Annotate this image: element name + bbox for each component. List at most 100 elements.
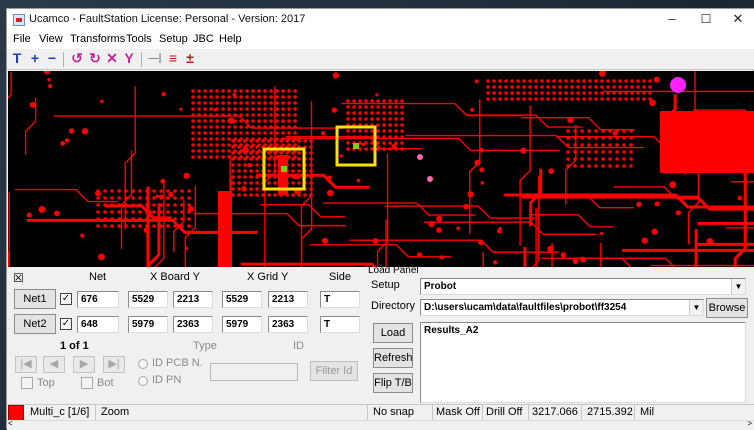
net2-selected-pad	[353, 143, 359, 149]
net2-grid-x-field[interactable]: 5979	[222, 316, 262, 333]
pcb-via	[561, 252, 566, 257]
pcb-pad	[587, 157, 591, 161]
app-icon	[13, 14, 25, 26]
pcb-via	[520, 148, 526, 154]
menu-setup[interactable]: Setup	[159, 33, 188, 45]
net2-board-y-field[interactable]: 2363	[173, 316, 213, 333]
pcb-pad	[173, 189, 177, 193]
load-button[interactable]: Load	[373, 323, 413, 343]
top-checkbox[interactable]	[21, 377, 33, 389]
setup-select[interactable]: Probot ▼	[420, 278, 746, 295]
pcb-pad	[191, 125, 195, 129]
menu-transforms[interactable]: Transforms	[70, 33, 125, 45]
layers-icon[interactable]: ≡	[165, 51, 181, 67]
first-button[interactable]: |◀	[15, 356, 37, 373]
pcb-pad	[287, 89, 291, 93]
panel-close-icon[interactable]: ☒	[13, 271, 24, 285]
pcb-via	[548, 168, 554, 174]
previous-button[interactable]: ◀	[43, 356, 65, 373]
menu-help[interactable]: Help	[219, 33, 242, 45]
pcb-pad	[629, 150, 633, 154]
pcb-pad	[267, 151, 271, 155]
pcb-via	[168, 192, 173, 197]
zoom-out-icon[interactable]: −	[44, 51, 60, 67]
net1-side-field[interactable]: T	[320, 291, 360, 308]
net2-board-x-field[interactable]: 5979	[128, 316, 168, 333]
chevron-down-icon[interactable]: ▼	[731, 279, 745, 294]
pcb-pad	[528, 91, 532, 95]
pcb-pad	[624, 91, 628, 95]
net2-side-field[interactable]: T	[320, 316, 360, 333]
pcb-pad	[601, 129, 605, 133]
title-bar[interactable]: Ucamco - FaultStation License: Personal …	[7, 9, 754, 31]
results-item[interactable]: Results_A2	[424, 325, 742, 336]
bot-checkbox[interactable]	[81, 377, 93, 389]
pcb-pad	[297, 181, 301, 185]
mirror-y-icon[interactable]: Y	[121, 51, 137, 67]
pcb-pad	[303, 193, 307, 197]
pcb-pad	[138, 210, 142, 214]
net1-button[interactable]: Net1	[14, 289, 56, 309]
next-button[interactable]: ▶	[73, 356, 95, 373]
net2-grid-y-field[interactable]: 2363	[268, 316, 308, 333]
pcb-via	[296, 137, 301, 142]
net2-net-field[interactable]: 648	[77, 316, 119, 333]
net1-checkbox[interactable]: ✓	[60, 293, 72, 305]
pcb-pad	[309, 157, 313, 161]
browse-button[interactable]: Browse	[706, 298, 748, 318]
pcb-pad	[275, 95, 279, 99]
pcb-via	[44, 71, 50, 74]
menu-view[interactable]: View	[39, 33, 63, 45]
pcb-pad	[110, 196, 114, 200]
pcb-pad	[622, 150, 626, 154]
pcb-via	[372, 238, 378, 244]
pcb-pad	[203, 155, 207, 159]
menu-file[interactable]: File	[13, 33, 31, 45]
last-button[interactable]: ▶|	[103, 356, 125, 373]
text-tool-icon[interactable]: T	[9, 51, 25, 67]
zoom-in-icon[interactable]: +	[27, 51, 43, 67]
mirror-x-icon[interactable]: ✕	[104, 51, 120, 67]
refresh-button[interactable]: Refresh	[373, 348, 413, 368]
net1-net-field[interactable]: 676	[77, 291, 119, 308]
pcb-pad	[117, 203, 121, 207]
menu-jbc[interactable]: JBC	[193, 33, 214, 45]
pcb-pad	[231, 181, 235, 185]
close-button[interactable]: ✕	[721, 9, 754, 31]
menu-tools[interactable]: Tools	[126, 33, 152, 45]
id-input[interactable]	[210, 363, 298, 381]
pcb-pad	[382, 111, 386, 115]
scroll-right-icon[interactable]: >	[747, 419, 752, 428]
pcb-pad	[124, 217, 128, 221]
flip-tb-button[interactable]: Flip T/B	[373, 373, 413, 393]
directory-select[interactable]: D:\users\ucam\data\faultfiles\probot\ff3…	[420, 299, 704, 316]
chevron-down-icon[interactable]: ▼	[689, 300, 703, 315]
filter-id-button[interactable]: Filter Id	[310, 361, 358, 381]
pcb-pad	[293, 113, 297, 117]
net2-button[interactable]: Net2	[14, 314, 56, 334]
net1-board-y-field[interactable]: 2213	[173, 291, 213, 308]
pcb-pad	[281, 95, 285, 99]
net1-board-x-field[interactable]: 5529	[128, 291, 168, 308]
net1-grid-y-field[interactable]: 2213	[268, 291, 308, 308]
rotate-left-icon[interactable]: ↺	[69, 51, 85, 67]
pcb-pad	[209, 137, 213, 141]
side-header: Side	[329, 271, 351, 283]
id-pn-radio[interactable]	[138, 376, 148, 386]
scroll-left-icon[interactable]: <	[8, 419, 13, 428]
minimize-button[interactable]: –	[655, 9, 689, 31]
pcb-graphic[interactable]	[8, 71, 754, 267]
results-list[interactable]: Results_A2	[420, 322, 746, 403]
measure-icon[interactable]: —|	[147, 51, 163, 67]
net2-checkbox[interactable]: ✓	[60, 318, 72, 330]
id-pcb-radio[interactable]	[138, 359, 148, 369]
rotate-right-icon[interactable]: ↻	[87, 51, 103, 67]
pcb-trace	[341, 104, 523, 116]
align-icon[interactable]: ±	[182, 51, 198, 67]
pcb-pad	[594, 79, 598, 83]
net1-grid-x-field[interactable]: 5529	[222, 291, 262, 308]
pcb-view-canvas[interactable]	[8, 71, 754, 267]
pcb-pad	[580, 150, 584, 154]
pcb-pad	[303, 139, 307, 143]
maximize-button[interactable]: ☐	[689, 9, 723, 31]
